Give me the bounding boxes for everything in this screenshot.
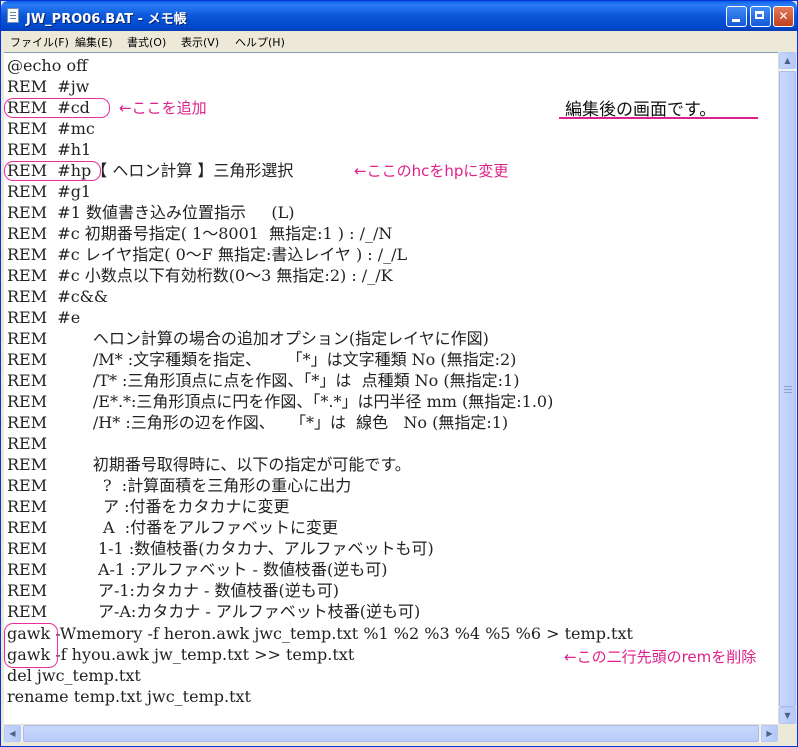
menu-help[interactable]: ヘルプ(H) <box>235 34 285 50</box>
maximize-button[interactable] <box>750 6 771 27</box>
text-line: REM #c&& <box>7 287 109 306</box>
annotation-change-hc: ←ここのhcをhpに変更 <box>354 162 509 180</box>
text-line: REM /H* :三角形の辺を作図、 「*」は 線色 No (無指定:1) <box>7 413 509 432</box>
text-line: REM 1-1 :数値枝番(カタカナ、アルファベットも可) <box>7 539 434 558</box>
highlight-circle-cd <box>4 98 110 118</box>
text-line: REM #jw <box>7 77 90 96</box>
title-bar[interactable]: JW_PRO06.BAT - メモ帳 ✕ <box>1 1 797 31</box>
text-line: REM ア-1:カタカナ - 数値枝番(逆も可) <box>7 581 340 600</box>
text-line: REM ア-A:カタカナ - アルファベット枝番(逆も可) <box>7 602 421 621</box>
vertical-scrollbar[interactable]: ▲ ▼ <box>778 52 796 724</box>
window-title: JW_PRO06.BAT - メモ帳 <box>26 12 187 27</box>
thumb-grip <box>784 386 792 387</box>
text-line: del jwc_temp.txt <box>7 666 141 685</box>
annotation-add-here: ←ここを追加 <box>119 99 207 117</box>
text-line: REM 初期番号取得時に、以下の指定が可能です。 <box>7 455 411 474</box>
vertical-scroll-thumb[interactable] <box>779 71 796 707</box>
menu-bar: ファイル(F) 編集(E) 書式(O) 表示(V) ヘルプ(H) <box>4 31 794 50</box>
text-line: REM #c 小数点以下有効桁数(0～3 無指定:2) : /_/K <box>7 266 393 285</box>
minimize-icon <box>732 19 740 22</box>
text-line: REM #c 初期番号指定( 1～8001 無指定:1 ) : /_/N <box>7 224 393 243</box>
scroll-left-button[interactable]: ◀ <box>4 725 21 742</box>
text-line: REM /M* :文字種類を指定、 「*」は文字種類 No (無指定:2) <box>7 350 517 369</box>
text-line: REM #h1 <box>7 140 92 159</box>
text-line: REM /T* :三角形頂点に点を作図、「*」は 点種類 No (無指定:1) <box>7 371 520 390</box>
text-line: REM #c レイヤ指定( 0～F 無指定:書込レイヤ ) : /_/L <box>7 245 408 264</box>
text-line: REM /E*.*:三角形頂点に円を作図、「*.*」は円半径 mm (無指定:1… <box>7 392 554 411</box>
text-line: rename temp.txt jwc_temp.txt <box>7 687 251 706</box>
text-line: REM A-1 :アルファベット - 数値枝番(逆も可) <box>7 560 388 579</box>
menu-format[interactable]: 書式(O) <box>127 34 166 50</box>
text-line: REM A :付番をアルファベットに変更 <box>7 518 339 537</box>
close-button[interactable]: ✕ <box>773 6 794 27</box>
scroll-up-button[interactable]: ▲ <box>779 52 796 69</box>
resize-grip[interactable] <box>778 724 795 741</box>
text-editor[interactable]: @echo off REM #jw REM #cd REM #mc REM #h… <box>4 52 778 725</box>
maximize-icon <box>755 11 764 19</box>
horizontal-scroll-thumb[interactable] <box>23 725 759 742</box>
text-line: REM #1 数値書き込み位置指示 (L) <box>7 203 295 222</box>
notepad-window: JW_PRO06.BAT - メモ帳 ✕ ファイル(F) 編集(E) 書式(O)… <box>0 0 798 747</box>
text-line: REM #mc <box>7 119 95 138</box>
text-line: REM #e <box>7 308 81 327</box>
text-line: gawk -f hyou.awk jw_temp.txt >> temp.txt <box>7 645 355 664</box>
menu-file[interactable]: ファイル(F) <box>10 34 69 50</box>
minimize-button[interactable] <box>726 6 747 27</box>
scroll-right-button[interactable]: ▶ <box>761 725 778 742</box>
menu-view[interactable]: 表示(V) <box>181 34 219 50</box>
text-line: @echo off <box>7 56 88 75</box>
thumb-grip <box>784 392 792 393</box>
text-line: REM #g1 <box>7 182 92 201</box>
menu-edit[interactable]: 編集(E) <box>75 34 113 50</box>
highlight-circle-hp <box>4 161 101 181</box>
notepad-icon <box>7 8 19 23</box>
text-line: REM ア :付番をカタカナに変更 <box>7 497 290 516</box>
thumb-grip <box>784 389 792 390</box>
note-underline <box>559 117 758 119</box>
scroll-down-button[interactable]: ▼ <box>779 707 796 724</box>
highlight-circle-gawk <box>4 623 58 668</box>
annotation-delete-rem: ←この二行先頭のremを削除 <box>564 648 757 666</box>
text-line: gawk -Wmemory -f heron.awk jwc_temp.txt … <box>7 624 633 643</box>
text-line: REM ? :計算面積を三角形の重心に出力 <box>7 476 352 495</box>
horizontal-scrollbar[interactable]: ◀ ▶ <box>4 724 778 742</box>
text-line: REM <box>7 434 48 453</box>
text-line: REM ヘロン計算の場合の追加オプション(指定レイヤに作図) <box>7 329 489 348</box>
